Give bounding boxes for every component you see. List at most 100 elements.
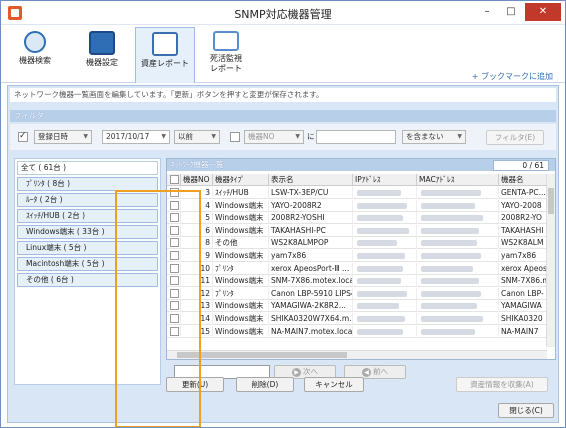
redacted-ip (357, 316, 405, 322)
cell-ip-address (353, 237, 417, 250)
table-row[interactable]: 3 ｽｲｯﾁ/HUB LSW-TX-3EP/CU GENTA-PC... (167, 187, 547, 199)
update-button[interactable]: 更新(U) (166, 377, 224, 392)
table-row[interactable]: 11 Windows端末 SNM-7X86.motex.local SNM-7X86.… (167, 275, 547, 288)
cell-ip-address (353, 287, 417, 300)
select-all-checkbox[interactable] (170, 175, 179, 184)
table-row[interactable]: 14 Windows端末 SHIKA0320W7X64.m... SHIKA0320 (167, 313, 547, 325)
table-row[interactable]: 5 Windows端末 2008R2-YOSHI 2008R2-YO (167, 212, 547, 225)
cancel-button[interactable]: キャンセル (304, 377, 364, 392)
col-device-name[interactable]: 機器名 (499, 174, 547, 186)
asset-report-button[interactable]: 資産レポート (135, 27, 195, 83)
alive-monitor-report-button[interactable]: 死活監視 レポート (201, 27, 251, 81)
row-checkbox[interactable] (170, 238, 179, 248)
table-row[interactable]: 15 Windows端末 NA-MAIN7.motex.local NA-MAIN7 (167, 325, 547, 338)
add-bookmark-link[interactable]: + ブックマークに追加 (472, 71, 553, 82)
group-switch-hub[interactable]: ｽｲｯﾁ/HUB ( 2台 ) (17, 209, 158, 223)
cell-display-name[interactable]: yam7x86 (269, 250, 353, 262)
redacted-mac (421, 303, 477, 310)
table-row[interactable]: 10 ﾌﾟﾘﾝﾀ xerox ApeosPort-Ⅲ ... xerox Apeos (167, 262, 547, 275)
cell-ip-address (353, 187, 417, 199)
close-window-button[interactable]: ✕ (525, 3, 561, 21)
filter-value-input[interactable] (316, 130, 396, 144)
group-linux[interactable]: Linux端末 ( 5台 ) (17, 241, 158, 255)
filter-date-input[interactable]: 2017/10/17 ▼ (102, 130, 170, 144)
table-row[interactable]: 12 ﾌﾟﾘﾝﾀ Canon LBP-5910 LIPS4 Canon LBP- (167, 287, 547, 300)
row-checkbox[interactable] (170, 314, 179, 323)
device-settings-label: 機器設定 (86, 58, 118, 67)
row-checkbox[interactable] (170, 276, 179, 286)
cell-ip-address (353, 224, 417, 237)
group-other[interactable]: その他 ( 6台 ) (17, 273, 158, 287)
row-checkbox[interactable] (170, 288, 179, 298)
col-device-no[interactable]: 機器NO (181, 174, 213, 186)
cell-device-no: 3 (181, 187, 213, 199)
cell-display-name[interactable]: TAKAHASHI-PC (269, 224, 353, 237)
row-checkbox[interactable] (170, 251, 179, 260)
row-checkbox[interactable] (170, 301, 179, 311)
table-row[interactable]: 4 Windows端末 YAYO-2008R2 YAYO-2008 (167, 199, 547, 212)
collect-asset-info-button[interactable]: 資産情報を収集(A) (456, 377, 548, 392)
table-row[interactable]: 13 Windows端末 YAMAGIWA-2K8R2... YAMAGIWA (167, 300, 547, 313)
cell-display-name[interactable]: LSW-TX-3EP/CU (269, 187, 353, 199)
cell-device-name: NA-MAIN7 (499, 325, 547, 338)
cell-display-name[interactable]: 2008R2-YOSHI (269, 212, 353, 225)
filter-field-select[interactable]: 登録日時 ▼ (34, 130, 92, 144)
alive-monitor-label-2: レポート (210, 64, 242, 73)
group-windows[interactable]: Windows端末 ( 33台 ) (17, 225, 158, 239)
maximize-button[interactable]: □ (499, 3, 523, 21)
table-row[interactable]: 6 Windows端末 TAKAHASHI-PC TAKAHASHI (167, 224, 547, 237)
cell-device-name: SHIKA0320 (499, 313, 547, 325)
row-select-cell (167, 313, 181, 325)
row-checkbox[interactable] (170, 200, 179, 210)
cell-display-name[interactable]: xerox ApeosPort-Ⅲ ... (269, 262, 353, 275)
group-all[interactable]: 全て ( 61台 ) (17, 161, 158, 175)
row-checkbox[interactable] (170, 326, 179, 336)
cell-display-name[interactable]: SHIKA0320W7X64.m... (269, 313, 353, 325)
cell-display-name[interactable]: YAYO-2008R2 (269, 199, 353, 212)
col-ip-address[interactable]: IPｱﾄﾞﾚｽ (353, 174, 417, 186)
filter-relation-select[interactable]: 以前 ▼ (174, 130, 220, 144)
cell-display-name[interactable]: YAMAGIWA-2K8R2... (269, 300, 353, 313)
table-row[interactable]: 8 その他 WS2K8ALMPOP WS2K8ALM (167, 237, 547, 250)
filter-apply-button[interactable]: フィルタ(E) (486, 130, 544, 145)
row-checkbox[interactable] (170, 263, 179, 273)
report-document-icon (152, 32, 178, 56)
vertical-scroll-thumb[interactable] (548, 188, 554, 214)
chevron-down-icon: ▼ (457, 133, 462, 140)
cell-display-name[interactable]: Canon LBP-5910 LIPS4 (269, 287, 353, 300)
filter-field2-select[interactable]: 機器NO ▼ (244, 130, 304, 144)
group-macintosh[interactable]: Macintosh端末 ( 5台 ) (17, 257, 158, 271)
next-label: 次へ (303, 367, 318, 376)
cell-device-name: SNM-7X86.m (501, 275, 547, 288)
device-search-button[interactable]: 機器検索 (11, 27, 59, 81)
close-button[interactable]: 閉じる(C) (498, 403, 554, 418)
redacted-mac (421, 290, 481, 297)
group-router[interactable]: ﾙｰﾀ ( 2台 ) (17, 193, 158, 207)
group-printer[interactable]: ﾌﾟﾘﾝﾀ ( 8台 ) (17, 177, 158, 191)
cell-display-name[interactable]: WS2K8ALMPOP (269, 237, 353, 250)
col-display-name[interactable]: 表示名 (269, 174, 353, 186)
row-select-cell (167, 212, 181, 225)
horizontal-scrollbar[interactable] (167, 350, 547, 359)
main-content: ネットワーク機器一覧画面を編集しています。「更新」ボタンを押すと変更が保存されま… (7, 85, 559, 427)
redacted-ip (357, 303, 399, 310)
filter-field2-checkbox[interactable] (230, 132, 240, 142)
minimize-button[interactable]: – (475, 3, 499, 21)
delete-button[interactable]: 削除(D) (236, 377, 294, 392)
row-checkbox[interactable] (170, 188, 179, 197)
horizontal-scroll-thumb[interactable] (177, 352, 347, 358)
row-select-cell (167, 187, 181, 199)
row-checkbox[interactable] (170, 213, 179, 223)
row-checkbox[interactable] (170, 225, 179, 235)
device-settings-button[interactable]: 機器設定 (75, 27, 129, 81)
cell-ip-address (353, 250, 417, 262)
filter-field2-value: 機器NO (248, 132, 275, 141)
filter-date-checkbox[interactable] (18, 131, 28, 142)
table-row[interactable]: 9 Windows端末 yam7x86 yam7x86 (167, 250, 547, 262)
col-mac-address[interactable]: MACｱﾄﾞﾚｽ (417, 174, 499, 186)
vertical-scrollbar[interactable] (546, 174, 555, 347)
cell-display-name[interactable]: NA-MAIN7.motex.local (269, 325, 353, 338)
filter-condition-select[interactable]: を含まない ▼ (402, 130, 466, 144)
col-device-type[interactable]: 機器ﾀｲﾌﾟ (213, 174, 269, 186)
cell-display-name[interactable]: SNM-7X86.motex.local (269, 275, 353, 288)
